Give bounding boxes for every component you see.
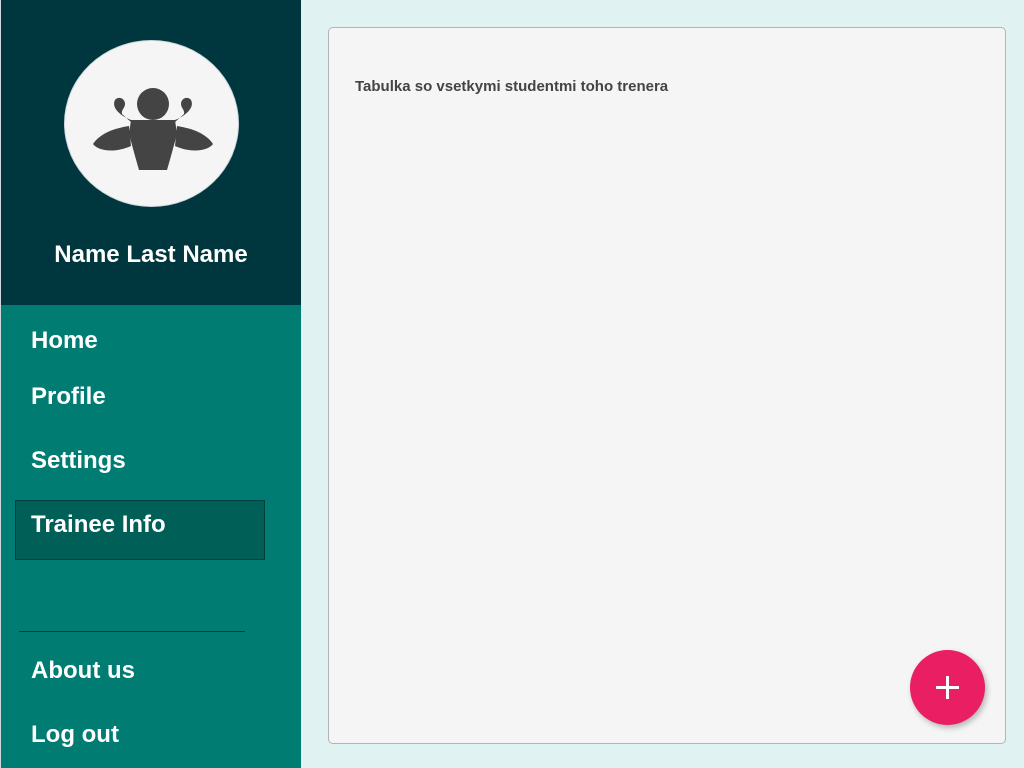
- nav-item-settings[interactable]: Settings: [31, 447, 126, 475]
- trainee-table-card: Tabulka so vsetkymi studentmi toho trene…: [328, 27, 1006, 744]
- add-trainee-button[interactable]: [910, 650, 985, 725]
- nav-item-trainee-info[interactable]: Trainee Info: [31, 511, 166, 539]
- sidebar: Name Last Name Home Profile Settings Tra…: [0, 0, 301, 768]
- nav-item-home[interactable]: Home: [31, 327, 98, 355]
- sidebar-divider: [19, 631, 245, 632]
- table-placeholder-text: Tabulka so vsetkymi studentmi toho trene…: [355, 78, 669, 95]
- plus-icon-vertical: [946, 676, 949, 699]
- user-name: Name Last Name: [54, 241, 248, 268]
- nav-item-profile[interactable]: Profile: [31, 383, 106, 411]
- bodybuilder-icon: [93, 88, 213, 170]
- nav-item-log-out[interactable]: Log out: [31, 721, 119, 749]
- sidebar-header: Name Last Name: [1, 0, 301, 305]
- nav-item-about-us[interactable]: About us: [31, 657, 135, 685]
- avatar[interactable]: [64, 40, 239, 207]
